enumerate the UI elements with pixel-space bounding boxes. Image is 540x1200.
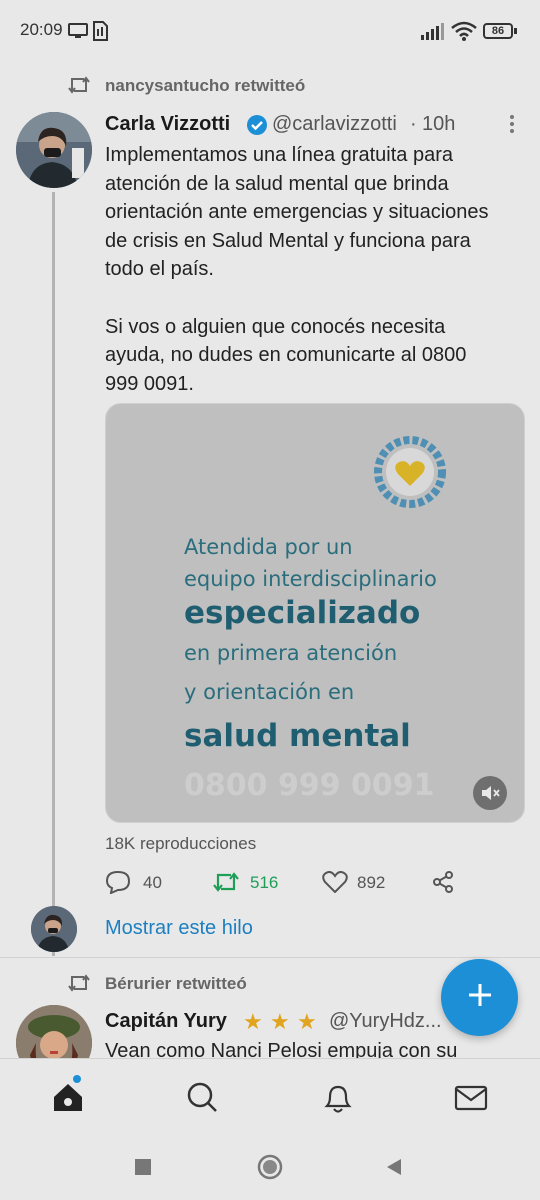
heart-logo-icon [372, 434, 448, 515]
battery-icon: 86 [483, 23, 513, 39]
tweet-text-line: Implementamos una línea gratuita para [105, 144, 453, 166]
media-line: equipo interdisciplinario [184, 567, 437, 591]
status-bar: 20:09 86 [0, 0, 540, 62]
star-emoji-icon: ★ [297, 1009, 317, 1034]
author-name[interactable]: Capitán Yury [105, 1010, 227, 1033]
author-avatar[interactable] [16, 1005, 92, 1058]
verified-badge-icon [246, 114, 268, 141]
home-button-icon[interactable] [257, 1154, 283, 1185]
retweet-icon [66, 74, 92, 101]
recent-apps-icon[interactable] [134, 1158, 152, 1181]
bottom-nav [0, 1058, 540, 1135]
search-icon[interactable] [184, 1079, 224, 1124]
author-handle[interactable]: @carlavizzotti [272, 113, 397, 136]
tweet-text-line [105, 284, 530, 313]
show-thread-link[interactable]: Mostrar este hilo [105, 917, 253, 940]
tweet-text: Vean como Nanci Pelosi empuja con su [105, 1040, 458, 1058]
thread-avatar[interactable] [31, 906, 77, 952]
star-emoji-icon: ★ [270, 1009, 290, 1034]
retweet-count: 516 [250, 873, 279, 892]
media-line: especializado [184, 595, 421, 631]
share-icon[interactable] [431, 870, 455, 899]
retweet-icon [66, 972, 92, 999]
tweet-text-line: atención de la salud mental que brinda [105, 172, 449, 195]
compose-tweet-button[interactable] [441, 959, 518, 1036]
tweet-text: Implementamos una línea gratuita para at… [105, 141, 530, 398]
notifications-bell-icon[interactable] [318, 1079, 358, 1124]
tweet-time: 10h [422, 113, 456, 135]
tweet-text-line: Si vos o alguien que conocés necesita [105, 315, 446, 338]
tweet-text-line: de crisis en Salud Mental y funciona par… [105, 229, 471, 252]
author-avatar[interactable] [16, 112, 92, 188]
media-line: y orientación en [184, 680, 355, 704]
retweeted-by: nancysantucho retwitteó [105, 76, 306, 95]
tweet-text-line: ayuda, no dudes en comunicarte al 0800 [105, 344, 467, 367]
media-line: en primera atención [184, 641, 398, 665]
battery-tip [514, 28, 517, 34]
tweet-video[interactable]: Atendida por un equipo interdisciplinari… [105, 403, 525, 823]
reply-icon[interactable] [105, 870, 131, 899]
plus-icon [466, 981, 494, 1014]
notification-dot [73, 1075, 81, 1083]
thread-line [52, 192, 55, 956]
status-time: 20:09 [20, 20, 63, 39]
media-line: 0800 999 0091 [184, 768, 435, 803]
retweeted-by: Bérurier retwitteó [105, 974, 247, 993]
tweet-text-line: 999 0091. [105, 372, 194, 395]
messages-envelope-icon[interactable] [452, 1079, 492, 1124]
wifi-icon [451, 21, 477, 46]
author-handle[interactable]: @YuryHdz... [329, 1010, 442, 1033]
home-icon[interactable] [50, 1079, 90, 1124]
retweet-button-icon[interactable] [212, 870, 240, 899]
monitor-icon [68, 23, 88, 44]
view-count: 18K reproducciones [105, 834, 257, 853]
star-emoji-icon: ★ [243, 1009, 263, 1034]
tweet-text-line: orientación ante emergencias y situacion… [105, 201, 489, 224]
more-options-icon[interactable] [508, 114, 516, 139]
like-icon[interactable] [322, 871, 348, 898]
battery-level: 86 [491, 25, 505, 37]
like-count: 892 [357, 873, 386, 892]
reply-count: 40 [143, 873, 162, 892]
mute-icon[interactable] [472, 775, 508, 816]
sim-icon [92, 21, 108, 46]
media-line: salud mental [184, 718, 411, 754]
signal-icon [421, 22, 445, 45]
meta-separator: · [410, 113, 417, 135]
media-line: Atendida por un [184, 535, 353, 559]
system-nav-bar [0, 1135, 540, 1200]
author-name[interactable]: Carla Vizzotti [105, 113, 230, 136]
back-icon[interactable] [385, 1158, 403, 1181]
tweet-text-line: todo el país. [105, 258, 214, 281]
